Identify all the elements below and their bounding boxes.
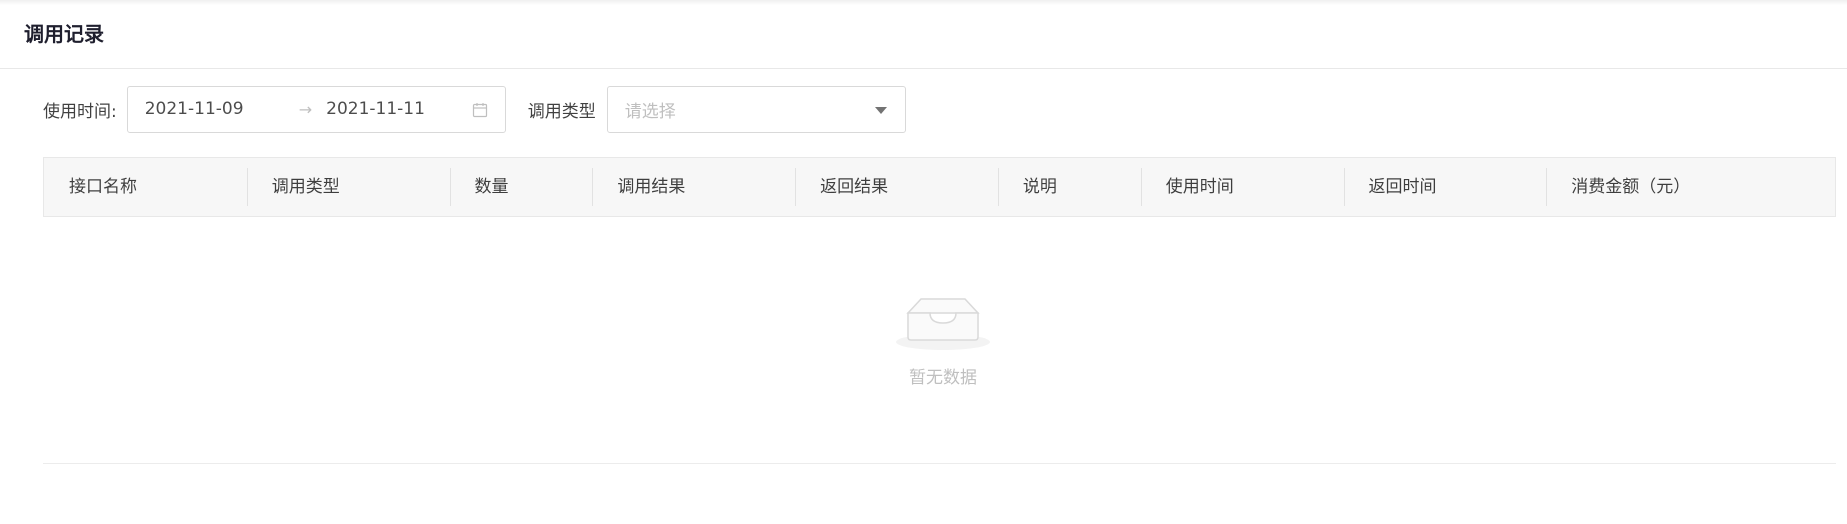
page-title: 调用记录 — [24, 22, 104, 46]
table-body: 暂无数据 — [43, 217, 1836, 464]
filter-bar: 使用时间: 2021-11-09 → 2021-11-11 调用类型 请选择 — [43, 85, 906, 133]
call-type-select[interactable]: 请选择 — [606, 85, 906, 133]
column-header-call-result: 调用结果 — [592, 158, 795, 216]
type-filter-label: 调用类型 — [527, 101, 596, 122]
column-header-return-time: 返回时间 — [1343, 158, 1547, 216]
column-header-use-time: 使用时间 — [1140, 158, 1344, 216]
call-type-placeholder: 请选择 — [624, 101, 676, 122]
time-filter-label: 使用时间: — [43, 101, 117, 122]
range-separator-icon: → — [298, 99, 313, 119]
calendar-icon — [472, 102, 487, 117]
column-header-quantity: 数量 — [449, 158, 593, 216]
empty-text: 暂无数据 — [909, 368, 977, 388]
empty-state: 暂无数据 — [893, 287, 993, 388]
column-header-cost: 消费金额（元） — [1546, 158, 1835, 216]
start-date-input[interactable]: 2021-11-09 — [145, 99, 285, 119]
end-date-input[interactable]: 2021-11-11 — [326, 99, 466, 119]
page-header: 调用记录 — [0, 0, 1847, 69]
call-records-table: 接口名称 调用类型 数量 调用结果 返回结果 说明 使用时间 返回时间 消费金额… — [43, 157, 1836, 464]
page: 调用记录 使用时间: 2021-11-09 → 2021-11-11 调用类型 … — [0, 0, 1847, 524]
column-header-return-result: 返回结果 — [795, 158, 998, 216]
column-header-description: 说明 — [997, 158, 1141, 216]
column-header-call-type: 调用类型 — [246, 158, 450, 216]
table-header: 接口名称 调用类型 数量 调用结果 返回结果 说明 使用时间 返回时间 消费金额… — [43, 157, 1836, 217]
date-range-picker[interactable]: 2021-11-09 → 2021-11-11 — [126, 85, 506, 133]
empty-box-icon — [896, 298, 990, 350]
caret-down-icon — [874, 106, 887, 114]
column-header-api-name: 接口名称 — [69, 177, 137, 197]
